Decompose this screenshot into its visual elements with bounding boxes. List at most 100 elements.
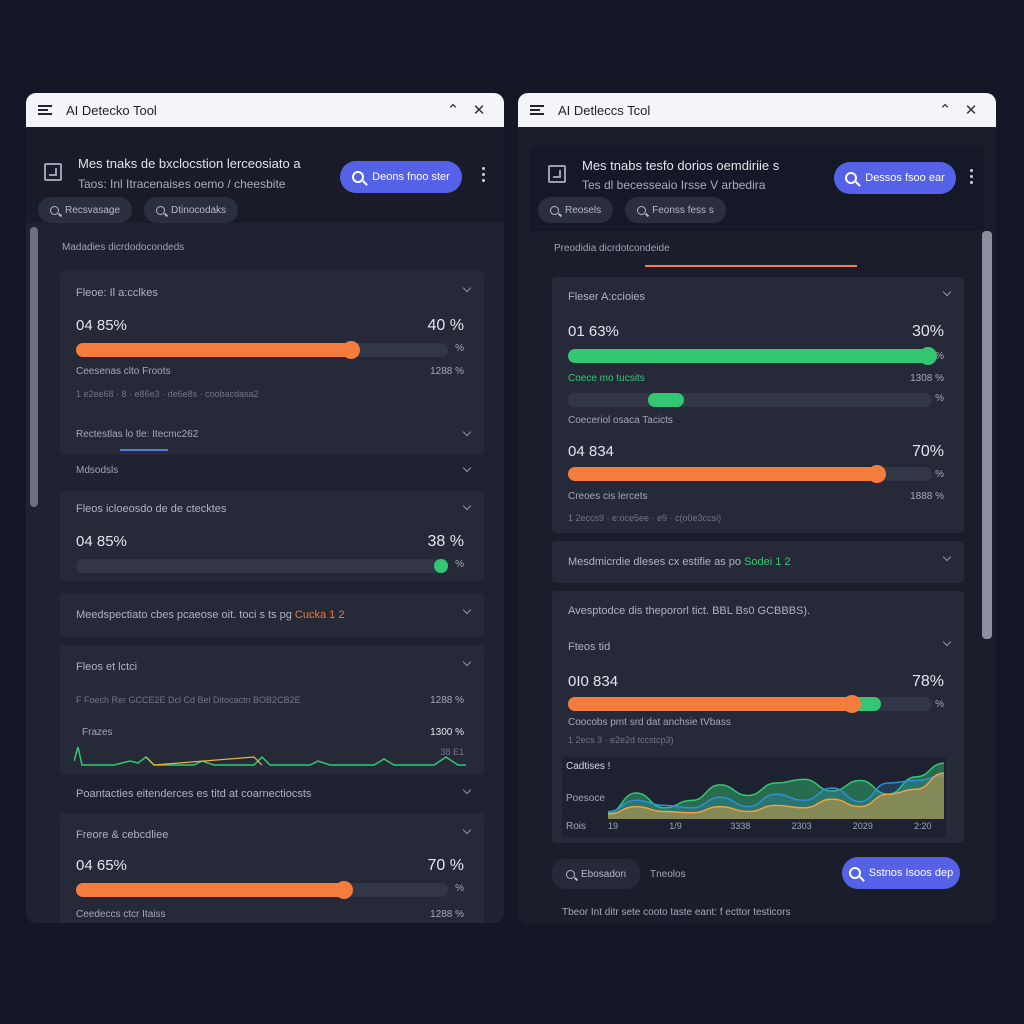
footer-button-label: Sstnos Isoos dep [868,867,954,879]
metric-panel-3: Freore & cebcdliee 04 65% 70 % % Ceedecc… [60,813,484,923]
metric-value: 01 63% [568,323,619,340]
chevron-down-icon[interactable] [942,552,952,562]
more-icon[interactable] [482,167,486,185]
percent-sign: % [935,699,944,710]
chevron-down-icon[interactable] [942,287,952,297]
chevron-down-icon[interactable] [462,825,472,835]
metric-panel-1: Fleoe: Il a:cclkes 04 85% 40 % % Ceesena… [60,271,484,455]
panel-title: Fleos icloeosdo de de ctecktes [76,503,227,515]
chevron-down-icon[interactable] [462,657,472,667]
sparkline [74,746,466,766]
row-text: Mesdmicrdie dleses cx estifie as po Sode… [568,556,791,568]
search-icon [550,205,559,215]
minimize-icon[interactable]: ⌃ [440,101,466,119]
chip-filter-1[interactable]: Reosels [538,197,614,223]
close-icon[interactable]: ✕ [466,101,492,119]
progress-knob[interactable] [334,881,353,899]
meta-value: 1288 % [430,695,464,706]
progress-knob[interactable] [842,695,861,713]
percent-sign: % [935,393,944,404]
progress-knob[interactable] [868,465,887,483]
metric-panel-2: Fleos icloeosdo de de ctecktes 04 85% 38… [60,491,484,581]
chart-label-3: Rois [566,821,587,832]
chevron-down-icon[interactable] [462,605,472,615]
x-tick-label: 19 [608,821,619,831]
meta-text: 1 2ecs 3 · e2e2d tccstcp3) [568,735,674,745]
chevron-down-icon[interactable] [462,463,472,473]
collapsed-row[interactable]: Mesdmicrdie dleses cx estifie as po Sode… [552,541,964,583]
metric-value: 04 85% [76,533,127,550]
progress-fill [568,349,929,363]
x-tick-label: 1/9 [669,821,682,831]
caption-value: 1288 % [430,366,464,377]
caption: Ceedeccs ctcr Itaiss [76,909,166,920]
metric-percent-2: 70% [911,443,944,460]
row-text[interactable]: Poantacties eitenderces es titd at coarn… [76,788,311,800]
sparkline-value: 1300 % [430,727,464,738]
caption: Creoes cis lercets [568,491,648,502]
area-chart-plot [608,762,944,819]
percent-sign: % [455,883,464,894]
metric-panel-1: Fleser A:ccioies 01 63% 30% % Coece mo t… [552,277,964,533]
footer-chip-label: Ebosadon [581,868,627,880]
x-tick-label: 2:20 [914,821,932,831]
progress-fill-orange [568,697,852,711]
x-tick-label: 3338 [730,821,751,831]
progress-bar [568,695,932,713]
chevron-down-icon[interactable] [462,283,472,293]
chevron-down-icon[interactable] [942,637,952,647]
panel-link[interactable]: Rectestlas lo tle: Itecmc262 [76,429,198,440]
scrollbar[interactable] [982,231,992,639]
progress-knob[interactable] [434,559,448,573]
percent-sign: % [935,469,944,480]
chip-filter-1[interactable]: Recsvasage [38,197,133,223]
chevron-down-icon[interactable] [462,501,472,511]
menu-icon[interactable] [530,103,544,117]
minimize-icon[interactable]: ⌃ [932,101,958,119]
search-button[interactable]: Deons fnoo ster [340,161,462,193]
chip-label: Reosels [565,204,602,216]
mini-progress-fill[interactable] [648,393,684,407]
search-icon [637,205,647,215]
progress-knob[interactable] [342,341,361,359]
close-icon[interactable]: ✕ [958,101,984,119]
caption: Coece mo tucsits [568,373,645,384]
panel-title: Freore & cebcdliee [76,829,169,841]
chevron-down-icon[interactable] [462,427,472,437]
chip-filter-2[interactable]: Dtinocodaks [144,197,239,223]
row-text: Meedspectiato cbes pcaeose oit. toci s t… [76,609,345,621]
percent-sign: % [455,343,464,354]
chart-panel: Fleos et lctci F Foech Rer GCCE2E Dcl Cd… [60,645,484,775]
panel-header-text: Avesptodce dis thepororl tict. BBL Bs0 G… [568,605,811,617]
metric-percent: 78% [911,673,944,690]
metric-value-2: 04 834 [568,443,614,460]
search-button[interactable]: Dessos fsoo ear [834,162,956,194]
header-subtitle: Tes dl becesseaio Irsse V arbedira [582,178,766,192]
active-tab-indicator [645,265,857,267]
x-tick-label: 2029 [852,821,873,831]
section-label: Mdsodsls [76,465,119,476]
more-icon[interactable] [970,169,974,187]
progress-fill [568,467,878,481]
meta-text: 1 2eccs9 · e:oce5ee · e9 · c(o0e3ccsi) [568,513,722,523]
search-icon [352,171,365,183]
chevron-down-icon[interactable] [462,785,472,795]
footer-label: Tneolos [650,869,686,880]
app-icon [44,163,62,181]
caption-value: 1288 % [430,909,464,920]
search-button-label: Deons fnoo ster [372,171,450,183]
link-underline [120,449,168,451]
meta-text: F Foech Rer GCCE2E Dcl Cd Bel Ditocactn … [76,695,301,705]
metric-panel-2: Avesptodce dis thepororl tict. BBL Bs0 G… [552,591,964,843]
chip-filter-2[interactable]: Feonss fess s [625,197,726,223]
footer-search-button[interactable]: Sstnos Isoos dep [842,857,960,889]
footer-chip[interactable]: Ebosadon [552,859,641,889]
menu-icon[interactable] [38,103,52,117]
caption: Coeceriol osaca Tacicts [568,415,673,426]
progress-bar [568,347,938,365]
collapsed-row[interactable]: Meedspectiato cbes pcaeose oit. toci s t… [60,593,484,637]
progress-bar [76,559,448,573]
header-title: Mes tnaks de bxclocstion lerceosiato a [78,156,301,171]
scrollbar[interactable] [30,227,38,507]
search-icon [50,205,59,215]
